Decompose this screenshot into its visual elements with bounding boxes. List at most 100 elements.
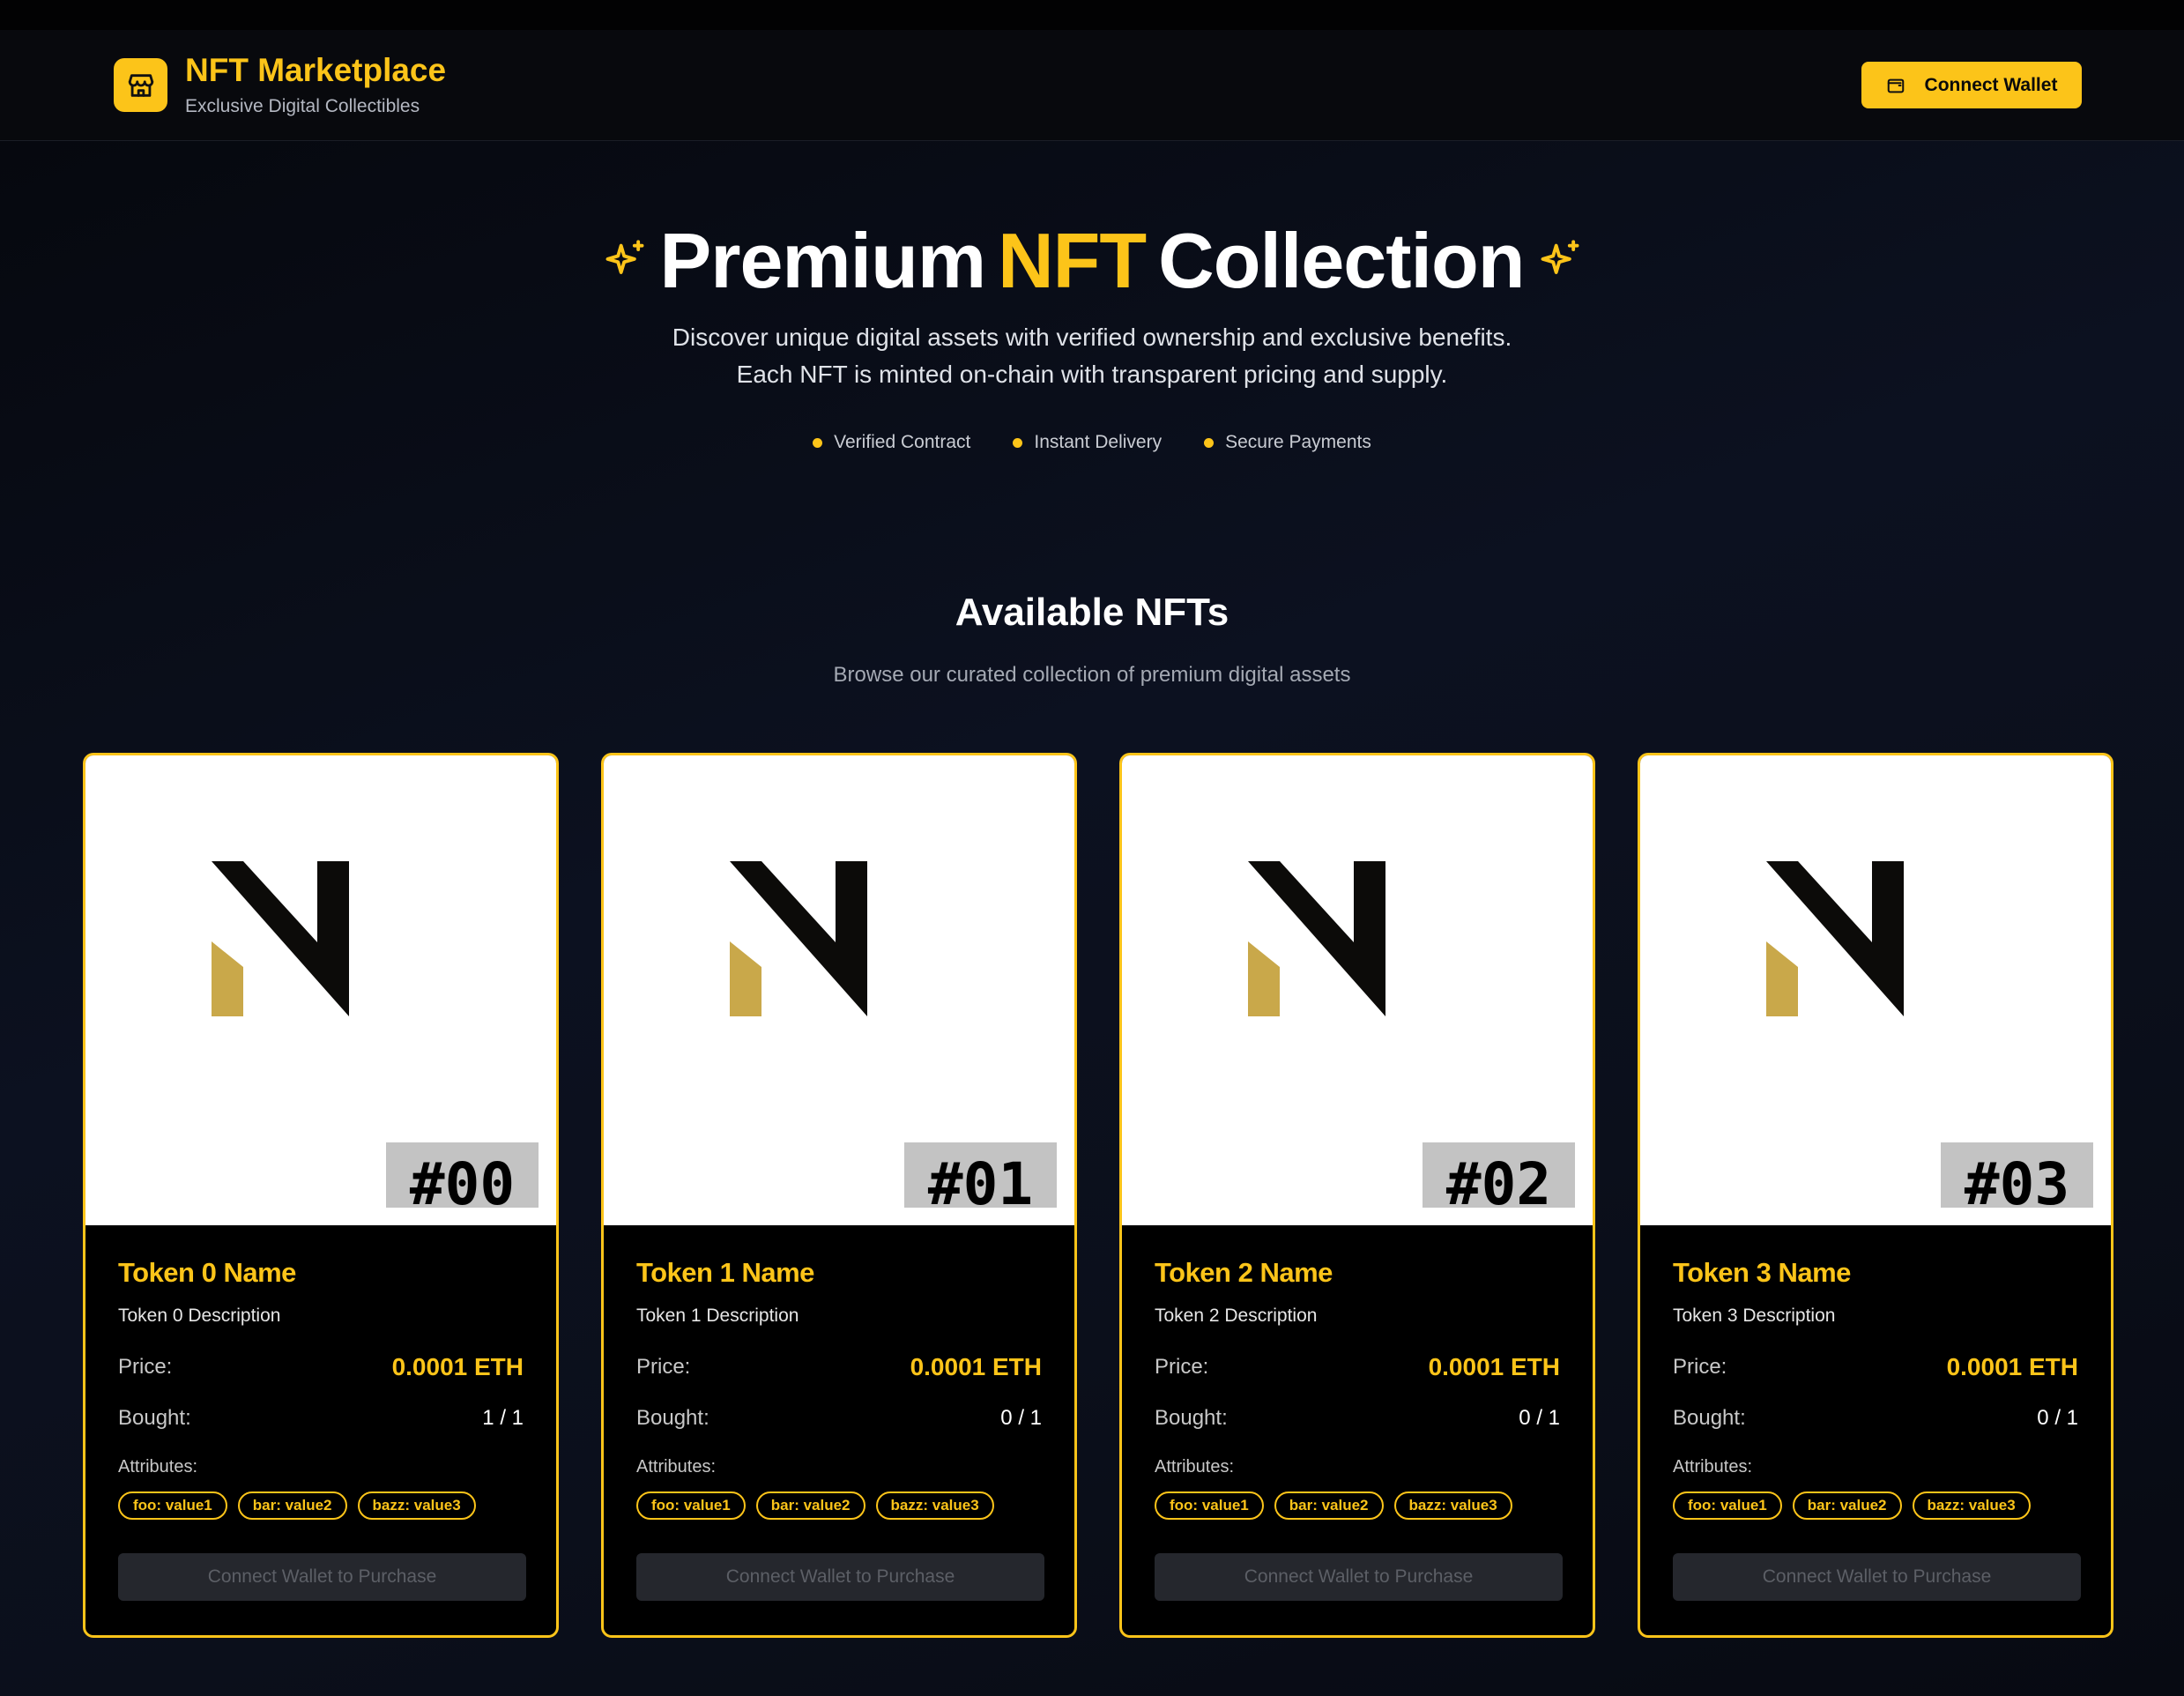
attribute-chip: bazz: value3 (357, 1491, 476, 1520)
attribute-chip: bar: value2 (755, 1491, 865, 1520)
connect-wallet-button[interactable]: Connect Wallet (1861, 62, 2082, 108)
sparkles-icon (605, 240, 643, 274)
attribute-chip: bar: value2 (237, 1491, 347, 1520)
token-description: Token 0 Description (118, 1305, 281, 1326)
section-title: Available NFTs (955, 591, 1229, 634)
bought-label: Bought: (118, 1406, 191, 1430)
purchase-button[interactable]: Connect Wallet to Purchase (1155, 1553, 1563, 1601)
nft-logo-icon (1248, 861, 1385, 1016)
purchase-button[interactable]: Connect Wallet to Purchase (1673, 1553, 2081, 1601)
bought-value: 0 / 1 (2037, 1406, 2078, 1430)
attributes-label: Attributes: (636, 1457, 717, 1477)
brand-subtitle: Exclusive Digital Collectibles (185, 95, 420, 116)
attribute-chip: bar: value2 (1792, 1491, 1902, 1520)
attribute-chips: foo: value1 bar: value2 bazz: value3 (1673, 1491, 2078, 1520)
feature-list: Verified Contract Instant Delivery Secur… (0, 432, 2184, 453)
price-label: Price: (118, 1355, 173, 1379)
nft-card[interactable]: #01 Token 1 Name Token 1 Description Pri… (601, 753, 1077, 1638)
price-label: Price: (1155, 1355, 1209, 1379)
attributes-label: Attributes: (1673, 1457, 1753, 1477)
attribute-chip: foo: value1 (118, 1491, 227, 1520)
sparkles-icon (1541, 240, 1579, 274)
section-subtitle: Browse our curated collection of premium… (833, 663, 1351, 687)
token-name: Token 3 Name (1673, 1257, 1851, 1288)
token-name: Token 0 Name (118, 1257, 296, 1288)
attribute-chip: bazz: value3 (1912, 1491, 2031, 1520)
price-row: Price: 0.0001 ETH (1673, 1353, 2078, 1381)
store-icon (114, 58, 167, 112)
feature-label: Verified Contract (834, 432, 971, 452)
attribute-chips: foo: value1 bar: value2 bazz: value3 (1155, 1491, 1560, 1520)
token-description: Token 2 Description (1155, 1305, 1318, 1326)
hero-title-part2: Collection (1158, 217, 1525, 304)
hero-title: Premium NFT Collection (0, 222, 2184, 300)
available-nfts-section: Available NFTs Browse our curated collec… (0, 591, 2184, 688)
price-label: Price: (636, 1355, 691, 1379)
attribute-chip: foo: value1 (1155, 1491, 1264, 1520)
price-value: 0.0001 ETH (1946, 1353, 2078, 1380)
attributes-label: Attributes: (1155, 1457, 1235, 1477)
attribute-chip: bazz: value3 (875, 1491, 994, 1520)
card-body: Token 0 Name Token 0 Description Price: … (85, 1225, 556, 1601)
top-strip (0, 0, 2184, 30)
hero: Premium NFT Collection Discover unique d… (0, 141, 2184, 453)
attribute-chip: foo: value1 (1673, 1491, 1782, 1520)
nft-image[interactable]: #00 (85, 755, 556, 1225)
hero-desc-line2: Each NFT is minted on-chain with transpa… (736, 361, 1448, 388)
token-name: Token 2 Name (1155, 1257, 1333, 1288)
bought-row: Bought: 0 / 1 (1155, 1406, 1560, 1431)
feature-label: Secure Payments (1225, 432, 1371, 452)
feature-item: Instant Delivery (1013, 432, 1162, 453)
nft-card[interactable]: #02 Token 2 Name Token 2 Description Pri… (1119, 753, 1595, 1638)
hero-title-part1: Premium (659, 217, 987, 304)
page: NFT Marketplace Exclusive Digital Collec… (0, 0, 2184, 1696)
nft-card-grid: #00 Token 0 Name Token 0 Description Pri… (0, 753, 2184, 1638)
token-number-tag: #03 (1941, 1142, 2093, 1208)
token-description: Token 1 Description (636, 1305, 799, 1326)
price-row: Price: 0.0001 ETH (118, 1353, 524, 1381)
attribute-chips: foo: value1 bar: value2 bazz: value3 (636, 1491, 1042, 1520)
card-body: Token 3 Name Token 3 Description Price: … (1640, 1225, 2111, 1601)
price-row: Price: 0.0001 ETH (636, 1353, 1042, 1381)
nft-image[interactable]: #03 (1640, 755, 2111, 1225)
attribute-chip: bazz: value3 (1393, 1491, 1512, 1520)
nft-image[interactable]: #02 (1122, 755, 1593, 1225)
token-description: Token 3 Description (1673, 1305, 1836, 1326)
token-number-tag: #01 (904, 1142, 1057, 1208)
nft-logo-icon (730, 861, 867, 1016)
bought-row: Bought: 1 / 1 (118, 1406, 524, 1431)
connect-wallet-label: Connect Wallet (1924, 74, 2058, 95)
purchase-button[interactable]: Connect Wallet to Purchase (636, 1553, 1044, 1601)
token-number-tag: #02 (1423, 1142, 1575, 1208)
price-label: Price: (1673, 1355, 1727, 1379)
bought-label: Bought: (636, 1406, 709, 1430)
bought-row: Bought: 0 / 1 (1673, 1406, 2078, 1431)
bought-row: Bought: 0 / 1 (636, 1406, 1042, 1431)
price-value: 0.0001 ETH (391, 1353, 524, 1380)
token-number-tag: #00 (386, 1142, 539, 1208)
purchase-button[interactable]: Connect Wallet to Purchase (118, 1553, 526, 1601)
bullet-dot-icon (1013, 437, 1023, 448)
price-value: 0.0001 ETH (910, 1353, 1042, 1380)
nft-logo-icon (1766, 861, 1904, 1016)
token-name: Token 1 Name (636, 1257, 814, 1288)
brand-title: NFT Marketplace (185, 52, 447, 89)
attribute-chip: bar: value2 (1274, 1491, 1384, 1520)
nft-card[interactable]: #00 Token 0 Name Token 0 Description Pri… (83, 753, 559, 1638)
nft-card[interactable]: #03 Token 3 Name Token 3 Description Pri… (1638, 753, 2113, 1638)
app-header: NFT Marketplace Exclusive Digital Collec… (0, 30, 2184, 141)
attribute-chips: foo: value1 bar: value2 bazz: value3 (118, 1491, 524, 1520)
hero-description: Discover unique digital assets with veri… (0, 319, 2184, 393)
wallet-icon (1887, 78, 1904, 93)
nft-logo-icon (212, 861, 349, 1016)
bullet-dot-icon (813, 437, 823, 448)
bought-value: 0 / 1 (1000, 1406, 1042, 1430)
nft-image[interactable]: #01 (604, 755, 1074, 1225)
bought-value: 0 / 1 (1519, 1406, 1560, 1430)
bought-label: Bought: (1155, 1406, 1228, 1430)
attributes-label: Attributes: (118, 1457, 198, 1477)
hero-title-accent: NFT (998, 217, 1147, 304)
feature-item: Verified Contract (813, 432, 970, 453)
price-row: Price: 0.0001 ETH (1155, 1353, 1560, 1381)
brand[interactable]: NFT Marketplace Exclusive Digital Collec… (114, 52, 447, 117)
